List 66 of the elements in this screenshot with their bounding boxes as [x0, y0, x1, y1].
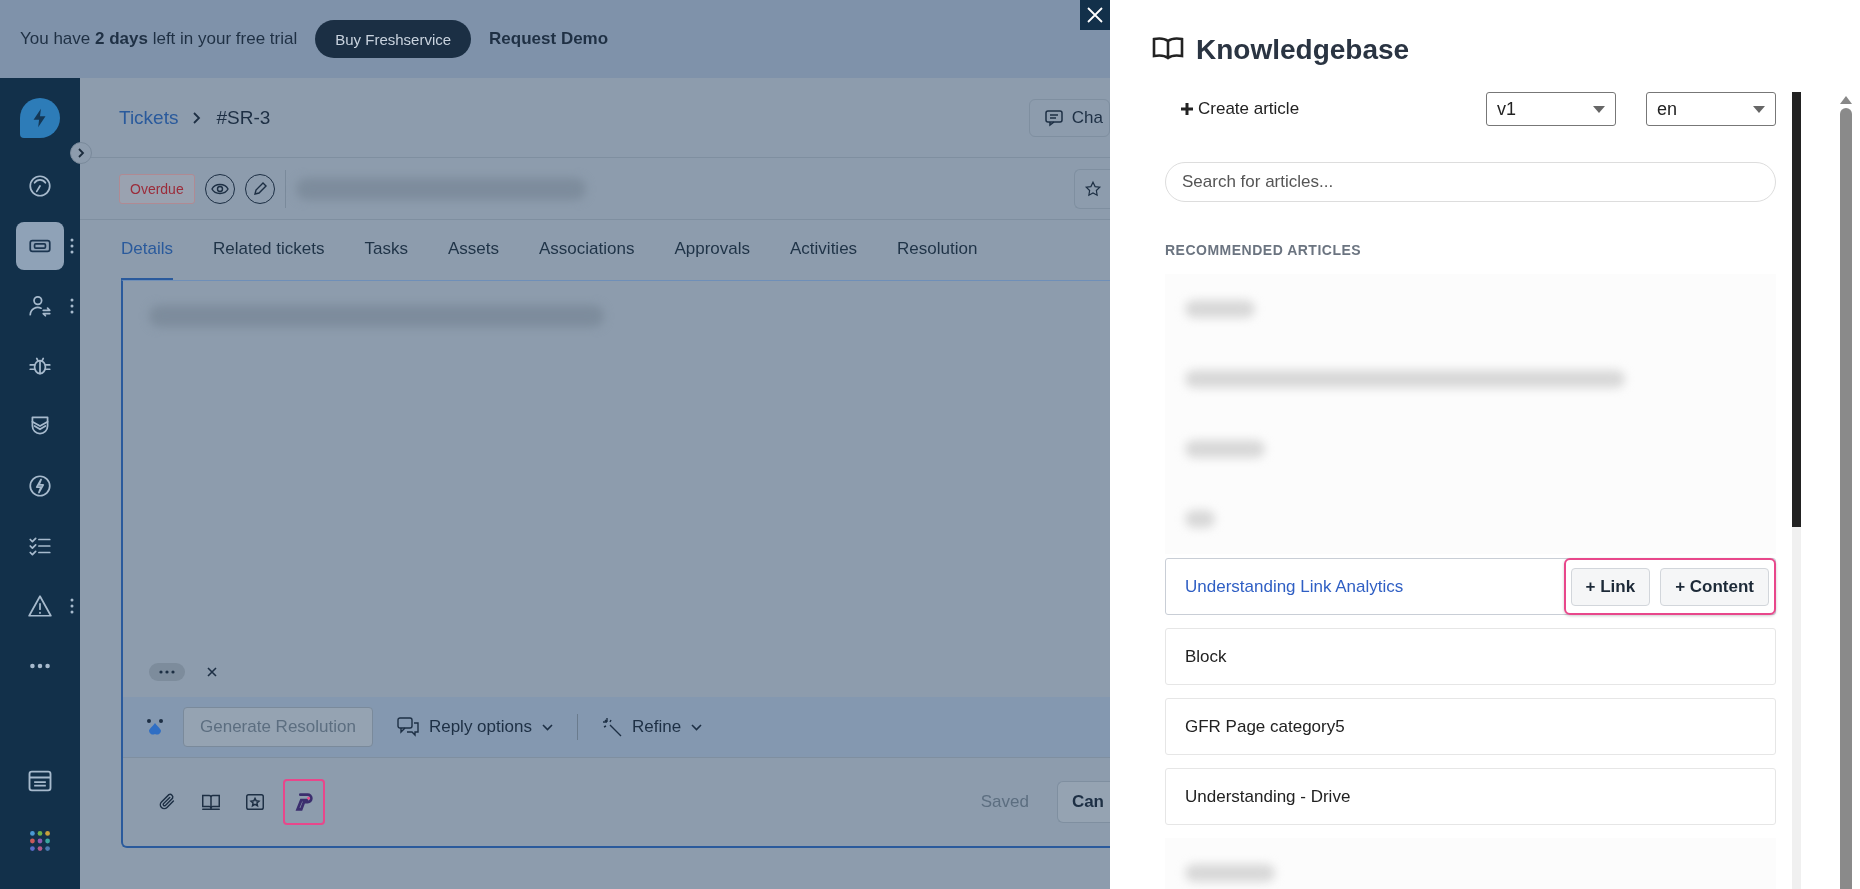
tab[interactable]: Resolution [897, 220, 978, 280]
collapse-button[interactable] [70, 142, 92, 164]
eye-icon[interactable] [210, 181, 229, 196]
search-field[interactable]: Search for articles... [1165, 162, 1776, 202]
bolt-icon[interactable] [27, 473, 53, 499]
plus-icon[interactable] [1180, 102, 1194, 116]
pencil-icon[interactable] [251, 180, 268, 197]
language-select[interactable]: en [1646, 92, 1776, 126]
chevron-right-icon [192, 110, 203, 125]
star-box-icon[interactable] [244, 791, 266, 813]
create-article-button[interactable]: Create article [1165, 99, 1300, 119]
tab[interactable]: Associations [538, 220, 635, 280]
article-title[interactable]: Understanding - Drive [1185, 786, 1351, 807]
magic-wand-icon[interactable] [601, 717, 622, 737]
ai-icon [145, 718, 165, 736]
tab[interactable]: Tasks [364, 220, 408, 280]
overdue-badge: Overdue [119, 173, 195, 204]
trial-message: You have 2 days left in your free trial [20, 29, 298, 49]
add-link-button[interactable]: + Link [1570, 567, 1651, 606]
app-logo-icon[interactable] [293, 791, 315, 813]
article-item[interactable]: Block [1165, 628, 1776, 685]
gauge-icon[interactable] [27, 173, 53, 199]
request-demo-link[interactable]: Request Demo [489, 29, 609, 49]
article-item[interactable]: Understanding - Drive [1165, 768, 1776, 825]
kebab-icon[interactable] [70, 598, 74, 614]
scroll-up-icon[interactable] [1840, 96, 1852, 104]
article-title[interactable]: Understanding Link Analytics [1185, 576, 1404, 597]
sidebar-item[interactable] [16, 222, 64, 270]
chat-icon[interactable] [1043, 108, 1064, 127]
kebab-icon[interactable] [70, 298, 74, 314]
tab[interactable]: Activities [790, 220, 858, 280]
article-title[interactable]: GFR Page category5 [1185, 716, 1345, 737]
version-select[interactable]: v1 [1486, 92, 1616, 126]
people-swap-icon[interactable] [27, 293, 53, 319]
refine-button[interactable]: Refine [595, 717, 709, 737]
caret-icon[interactable] [1593, 105, 1605, 113]
redacted-text [1185, 510, 1215, 528]
ticket-id: #SR-3 [216, 106, 271, 129]
apps-grid-icon[interactable] [27, 828, 53, 854]
caret-icon[interactable] [1753, 105, 1765, 113]
redacted-text [1185, 300, 1255, 318]
cancel-button[interactable]: Can [1056, 781, 1110, 823]
article-item[interactable]: Understanding Link Analytics + Link + Content [1165, 558, 1776, 615]
warning-icon[interactable] [27, 593, 53, 619]
caret-icon[interactable] [541, 723, 553, 731]
close-button[interactable] [1080, 0, 1110, 30]
chevron-right-icon[interactable] [76, 148, 86, 158]
caret-icon[interactable] [691, 723, 703, 731]
buy-button[interactable]: Buy Freshservice [315, 20, 472, 58]
scrollbar[interactable] [1792, 92, 1801, 889]
logo-icon[interactable] [20, 98, 60, 138]
more-icon[interactable] [158, 670, 176, 674]
chat-bubbles-icon[interactable] [396, 717, 419, 737]
tab[interactable]: Approvals [674, 220, 750, 280]
section-label: RECOMMENDED ARTICLES [1165, 242, 1363, 258]
article-title[interactable]: Block [1185, 646, 1227, 667]
star-icon[interactable] [1083, 179, 1102, 198]
book-icon [1152, 36, 1184, 60]
reply-options-button[interactable]: Reply options [390, 717, 559, 737]
tab[interactable]: Related tickets [212, 220, 325, 280]
add-content-button[interactable]: + Content [1660, 567, 1769, 606]
kebab-icon[interactable] [70, 238, 74, 254]
panel-title: Knowledgebase [1196, 36, 1410, 64]
article-item[interactable]: GFR Page category5 [1165, 698, 1776, 755]
chat-button[interactable]: Cha [1028, 98, 1110, 137]
tab[interactable]: Assets [447, 220, 499, 280]
